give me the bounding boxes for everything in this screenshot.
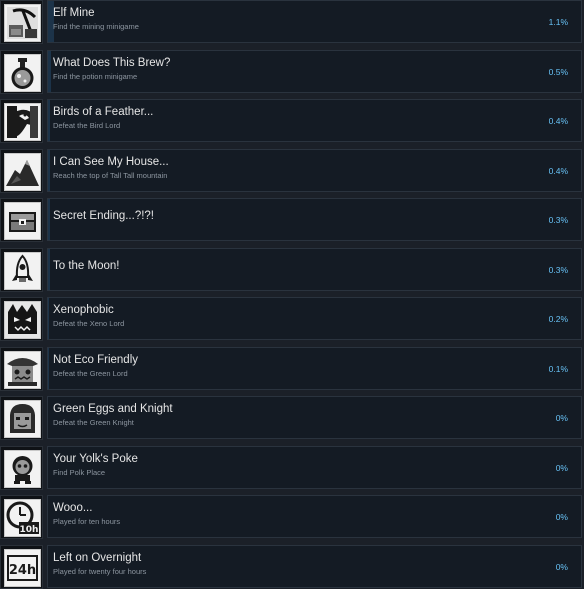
xeno-icon [5, 302, 40, 338]
achievement-icon-frame [0, 198, 43, 242]
achievement-row[interactable]: Xenophobic Defeat the Xeno Lord 0.2% [0, 297, 584, 341]
achievement-panel: Not Eco Friendly Defeat the Green Lord 0… [47, 347, 582, 390]
achievement-title: Xenophobic [53, 304, 114, 316]
achievement-row[interactable]: 10h Wooo... Played for ten hours 0% [0, 495, 584, 539]
achievement-panel: I Can See My House... Reach the top of T… [47, 149, 582, 192]
achievement-title: Secret Ending...?!?! [53, 210, 155, 222]
achievement-title: I Can See My House... [53, 156, 169, 168]
progress-fill [48, 348, 49, 389]
unlock-percentage: 0.2% [548, 314, 568, 324]
clock-10h-icon: 10h [6, 501, 39, 535]
achievement-title: Birds of a Feather... [53, 106, 154, 118]
achievement-description: Find the mining minigame [53, 22, 139, 31]
mountain-icon [5, 154, 40, 190]
achievement-panel: Your Yolk's Poke Find Polk Place 0% [47, 446, 582, 489]
achievement-title: Wooo... [53, 502, 93, 514]
achievement-title: Not Eco Friendly [53, 354, 139, 366]
achievement-icon-frame [0, 149, 43, 193]
achievement-row[interactable]: Your Yolk's Poke Find Polk Place 0% [0, 446, 584, 490]
progress-fill [48, 150, 51, 191]
achievement-panel: Wooo... Played for ten hours 0% [47, 495, 582, 538]
achievement-row[interactable]: 24h Left on Overnight Played for twenty … [0, 545, 584, 589]
pickaxe-icon [7, 7, 38, 39]
achievement-row[interactable]: Secret Ending...?!?! 0.3% [0, 198, 584, 242]
achievement-panel: To the Moon! 0.3% [47, 248, 582, 291]
achievement-row[interactable]: Elf Mine Find the mining minigame 1.1% [0, 0, 584, 44]
achievement-row[interactable]: Not Eco Friendly Defeat the Green Lord 0… [0, 347, 584, 391]
achievement-description: Find Polk Place [53, 468, 106, 477]
achievement-icon-frame [0, 446, 43, 490]
achievement-icon-frame: 10h [0, 495, 43, 539]
green-knight-icon [10, 404, 35, 433]
bird-icon [7, 106, 38, 138]
achievement-row[interactable]: Birds of a Feather... Defeat the Bird Lo… [0, 99, 584, 143]
achievement-title: Elf Mine [53, 7, 95, 19]
unlock-percentage: 1.1% [548, 17, 568, 27]
progress-fill [48, 100, 51, 141]
rocket-icon [12, 254, 33, 282]
achievement-description: Defeat the Bird Lord [53, 121, 121, 130]
potion-icon [11, 58, 34, 89]
unlock-percentage: 0% [555, 463, 568, 473]
achievement-row[interactable]: To the Moon! 0.3% [0, 248, 584, 292]
achievement-title: Your Yolk's Poke [53, 453, 138, 465]
unlock-percentage: 0.5% [548, 67, 568, 77]
achievement-description: Defeat the Green Knight [53, 418, 134, 427]
badge-24h-icon: 24h [7, 555, 38, 581]
achievement-icon-frame [0, 396, 43, 440]
achievement-icon-frame [0, 50, 43, 94]
achievement-description: Find the potion minigame [53, 72, 138, 81]
progress-fill [48, 51, 51, 92]
achievement-panel: Secret Ending...?!?! 0.3% [47, 198, 582, 241]
achievement-icon-frame [0, 248, 43, 292]
progress-fill [48, 199, 50, 240]
egg-creature-icon [12, 456, 33, 484]
achievement-description: Played for twenty four hours [53, 567, 147, 576]
unlock-percentage: 0% [555, 413, 568, 423]
achievement-icon-frame: 24h [0, 545, 43, 589]
green-lord-icon [7, 358, 38, 386]
achievement-description: Reach the top of Tall Tall mountain [53, 171, 168, 180]
achievement-row[interactable]: Green Eggs and Knight Defeat the Green K… [0, 396, 584, 440]
unlock-percentage: 0.3% [548, 265, 568, 275]
unlock-percentage: 0% [555, 512, 568, 522]
unlock-percentage: 0.4% [548, 116, 568, 126]
progress-fill [48, 249, 50, 290]
achievement-description: Defeat the Green Lord [53, 369, 128, 378]
achievement-icon-frame [0, 99, 43, 143]
achievement-title: Left on Overnight [53, 552, 142, 564]
achievement-title: To the Moon! [53, 260, 120, 272]
achievement-row[interactable]: I Can See My House... Reach the top of T… [0, 149, 584, 193]
achievement-title: Green Eggs and Knight [53, 403, 173, 415]
achievement-icon-frame [0, 297, 43, 341]
achievement-icon-frame [0, 347, 43, 391]
achievement-description: Played for ten hours [53, 517, 121, 526]
achievement-panel: Elf Mine Find the mining minigame 1.1% [47, 0, 582, 43]
unlock-percentage: 0.1% [548, 364, 568, 374]
icon-text-10h: 10h [20, 525, 39, 535]
achievement-panel: What Does This Brew? Find the potion min… [47, 50, 582, 93]
achievement-panel: Green Eggs and Knight Defeat the Green K… [47, 396, 582, 439]
achievement-description: Defeat the Xeno Lord [53, 319, 125, 328]
achievement-panel: Xenophobic Defeat the Xeno Lord 0.2% [47, 297, 582, 340]
unlock-percentage: 0% [555, 562, 568, 572]
achievement-panel: Birds of a Feather... Defeat the Bird Lo… [47, 99, 582, 142]
chest-icon [9, 212, 36, 232]
achievement-row[interactable]: What Does This Brew? Find the potion min… [0, 50, 584, 94]
progress-fill [48, 298, 50, 339]
achievement-icon-frame [0, 0, 43, 44]
unlock-percentage: 0.3% [548, 215, 568, 225]
unlock-percentage: 0.4% [548, 166, 568, 176]
icon-text-24h: 24h [9, 563, 36, 578]
achievement-panel: Left on Overnight Played for twenty four… [47, 545, 582, 588]
achievement-title: What Does This Brew? [53, 57, 171, 69]
